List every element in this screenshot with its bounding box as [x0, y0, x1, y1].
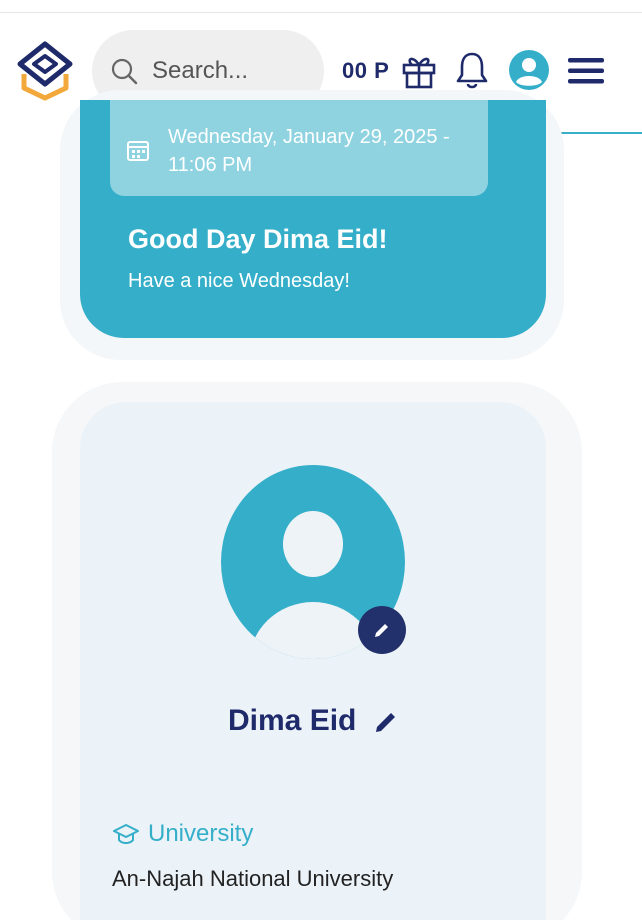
edit-name-button[interactable]	[372, 708, 400, 736]
gift-icon[interactable]	[400, 52, 438, 90]
search-placeholder: Search...	[152, 57, 249, 84]
logo-icon[interactable]	[14, 40, 76, 102]
calendar-icon	[127, 141, 149, 161]
greeting-card: Wednesday, January 29, 2025 - 11:06 PM G…	[80, 100, 546, 338]
university-value: An-Najah National University	[112, 866, 394, 891]
profile-card: Dima Eid University An-Najah National Un…	[80, 402, 546, 920]
points-counter[interactable]: 00 P	[342, 58, 389, 84]
profile-name: Dima Eid	[228, 704, 357, 737]
date-text: Wednesday, January 29, 2025 -	[168, 126, 450, 148]
pencil-icon	[375, 624, 388, 637]
divider	[0, 12, 642, 13]
menu-icon[interactable]	[566, 56, 606, 86]
user-circle-icon[interactable]	[508, 49, 550, 91]
edit-avatar-button[interactable]	[358, 606, 406, 654]
university-label: University	[148, 820, 254, 847]
greeting-subtitle: Have a nice Wednesday!	[128, 270, 350, 292]
search-icon	[111, 58, 138, 85]
graduation-cap-icon	[113, 824, 139, 844]
greeting-title: Good Day Dima Eid!	[128, 224, 388, 254]
bell-icon[interactable]	[454, 50, 490, 90]
time-text: 11:06 PM	[168, 154, 253, 176]
university-field-label: University	[112, 820, 253, 848]
date-badge: Wednesday, January 29, 2025 - 11:06 PM	[110, 100, 488, 196]
